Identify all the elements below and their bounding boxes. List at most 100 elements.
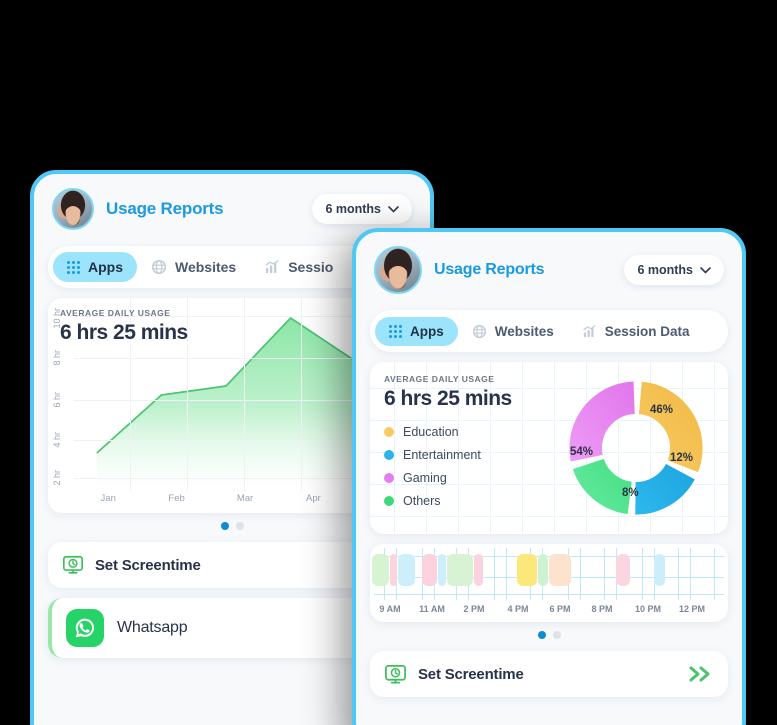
tab-websites[interactable]: Websites	[137, 252, 250, 282]
timeline-block	[474, 554, 483, 586]
x-tick-feb: Feb	[168, 493, 185, 504]
grid-dots-icon	[389, 324, 402, 338]
x-tick-mar: Mar	[236, 493, 254, 504]
time-tick-11am: 11 AM	[419, 604, 445, 614]
timeline-block	[398, 554, 415, 586]
front-card-header: Usage Reports 6 months	[356, 232, 742, 302]
app-name-whatsapp: Whatsapp	[117, 619, 188, 636]
time-tick-6pm: 6 PM	[549, 604, 571, 614]
tab-session-data[interactable]: Sessio	[250, 252, 347, 282]
x-tick-apr: Apr	[306, 493, 321, 504]
legend-label-entertainment: Entertainment	[403, 448, 481, 462]
set-screentime-label: Set Screentime	[95, 556, 201, 574]
pagination-dot-inactive[interactable]	[235, 522, 244, 530]
page-title: Usage Reports	[434, 261, 545, 278]
set-screentime-row-front[interactable]: Set Screentime	[370, 651, 728, 697]
avatar[interactable]	[374, 246, 422, 294]
usage-label: AVERAGE DAILY USAGE	[384, 374, 495, 384]
tab-apps-label: Apps	[410, 323, 444, 339]
avatar[interactable]	[52, 188, 94, 230]
timeline-block	[654, 554, 665, 586]
pagination-dot-active[interactable]	[537, 631, 546, 639]
set-screentime-label: Set Screentime	[418, 665, 524, 683]
timeline-block	[438, 554, 446, 586]
bar-chart-icon	[265, 260, 279, 273]
legend-item-entertainment[interactable]: Entertainment	[384, 448, 512, 462]
time-tick-10pm: 10 PM	[634, 604, 662, 614]
timeline-block	[447, 554, 473, 586]
time-tick-8pm: 8 PM	[591, 604, 613, 614]
y-tick-4hr: 4 hr	[52, 432, 62, 448]
period-selector[interactable]: 6 months	[624, 255, 724, 285]
tab-websites-label: Websites	[175, 259, 237, 275]
time-tick-2pm: 2 PM	[463, 604, 485, 614]
timeline-x-axis: 9 AM 11 AM 2 PM 4 PM 6 PM 8 PM 10 PM 12 …	[370, 604, 728, 618]
chevron-down-icon	[700, 266, 711, 274]
timeline-block	[390, 554, 397, 586]
pagination-dot-active[interactable]	[220, 522, 229, 530]
timeline-blocks	[370, 554, 728, 586]
legend-dot-education	[384, 427, 394, 437]
monitor-clock-icon	[63, 555, 83, 574]
tab-apps[interactable]: Apps	[375, 316, 458, 346]
grid-dots-icon	[67, 260, 80, 274]
y-tick-6hr: 6 hr	[52, 392, 62, 408]
time-tick-9am: 9 AM	[379, 604, 401, 614]
legend-label-gaming: Gaming	[403, 471, 447, 485]
page-title: Usage Reports	[106, 199, 224, 218]
usage-reports-card-front[interactable]: Usage Reports 6 months Apps Websites Ses…	[352, 228, 746, 725]
usage-label: AVERAGE DAILY USAGE	[60, 308, 171, 318]
timeline-block	[616, 554, 630, 586]
screenshot-stage: Usage Reports 6 months Apps Websites Ses…	[0, 0, 777, 725]
donut-label-others: 8%	[622, 487, 639, 499]
pagination-dot-inactive[interactable]	[552, 631, 561, 639]
front-card-pagination[interactable]	[356, 631, 742, 639]
usage-value: 6 hrs 25 mins	[60, 321, 188, 344]
tab-apps[interactable]: Apps	[53, 252, 137, 282]
legend-item-gaming[interactable]: Gaming	[384, 471, 512, 485]
chevron-down-icon	[388, 205, 399, 213]
legend-dot-gaming	[384, 473, 394, 483]
tab-session-data-label: Sessio	[288, 259, 334, 275]
timeline-block	[538, 554, 548, 586]
tab-websites-label: Websites	[494, 323, 554, 339]
donut-chart-panel: AVERAGE DAILY USAGE 6 hrs 25 mins Educat…	[370, 362, 728, 534]
timeline-block	[517, 554, 537, 586]
y-tick-2hr: 2 hr	[52, 470, 62, 486]
front-card-tabs[interactable]: Apps Websites Session Data	[370, 310, 728, 352]
period-selector[interactable]: 6 months	[312, 194, 412, 224]
bar-chart-icon	[583, 324, 596, 337]
tab-session-data[interactable]: Session Data	[568, 317, 704, 346]
period-value: 6 months	[637, 263, 693, 277]
donut-legend: Education Entertainment Gaming Others	[384, 425, 512, 508]
donut-label-entertainment: 12%	[670, 452, 694, 464]
monitor-clock-icon	[385, 664, 406, 684]
usage-summary-back: AVERAGE DAILY USAGE 6 hrs 25 mins	[60, 308, 188, 345]
x-tick-jan: Jan	[100, 493, 116, 504]
tab-apps-label: Apps	[88, 259, 123, 275]
timeline-panel[interactable]: 9 AM 11 AM 2 PM 4 PM 6 PM 8 PM 10 PM 12 …	[370, 544, 728, 622]
tab-session-data-label: Session Data	[604, 323, 690, 339]
donut-label-education: 46%	[650, 404, 674, 416]
timeline-block	[372, 554, 389, 586]
legend-label-education: Education	[403, 425, 459, 439]
legend-label-others: Others	[403, 494, 441, 508]
globe-icon	[151, 259, 167, 275]
tab-websites[interactable]: Websites	[458, 317, 568, 346]
legend-dot-entertainment	[384, 450, 394, 460]
timeline-block	[422, 554, 437, 586]
period-value: 6 months	[325, 202, 381, 216]
legend-dot-others	[384, 496, 394, 506]
legend-item-education[interactable]: Education	[384, 425, 512, 439]
legend-item-others[interactable]: Others	[384, 494, 512, 508]
globe-icon	[472, 324, 486, 338]
double-chevron-right-icon[interactable]	[688, 665, 714, 683]
usage-value: 6 hrs 25 mins	[384, 387, 512, 410]
donut-label-gaming: 54%	[570, 446, 594, 458]
time-tick-12pm: 12 PM	[678, 604, 706, 614]
whatsapp-icon	[66, 609, 104, 647]
y-tick-8hr: 8 hr	[52, 350, 62, 366]
donut-chart[interactable]: 46% 12% 8% 54%	[562, 374, 710, 522]
timeline-block	[549, 554, 571, 586]
time-tick-4pm: 4 PM	[507, 604, 529, 614]
